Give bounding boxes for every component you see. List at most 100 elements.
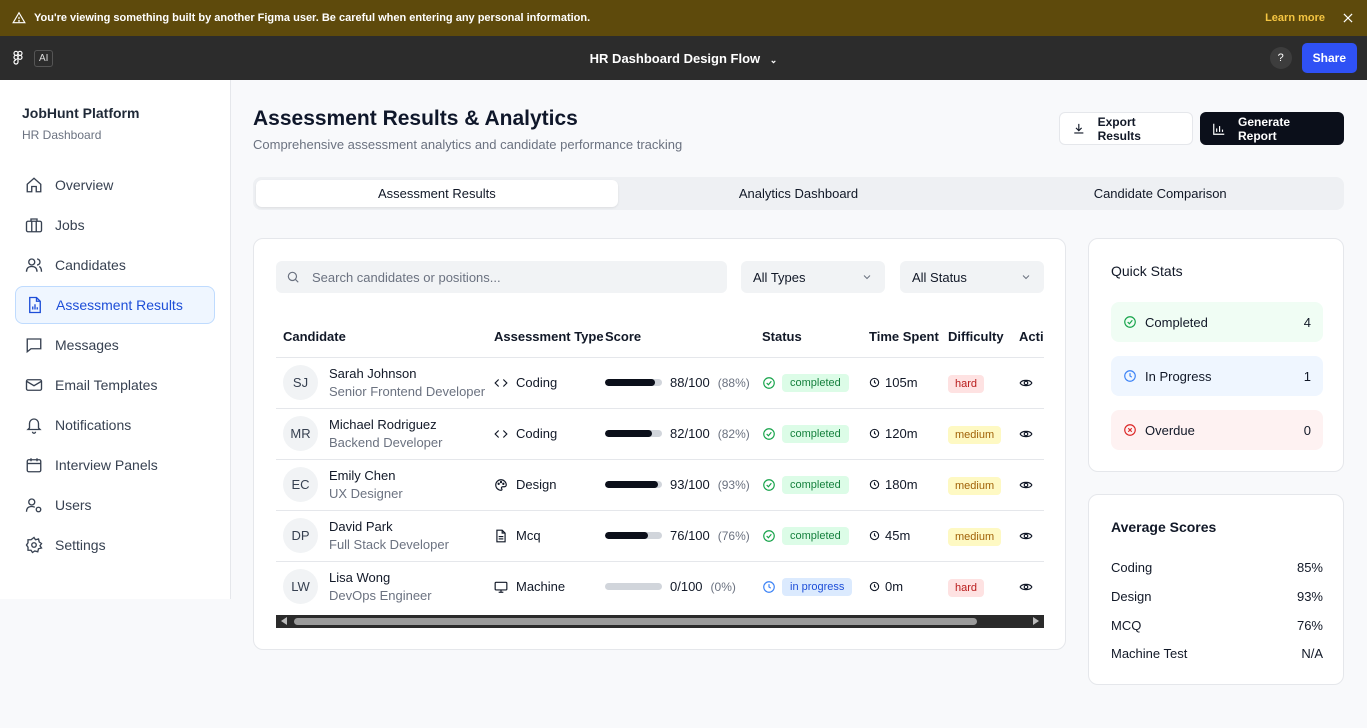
sidebar-item-users[interactable]: Users [15, 486, 215, 524]
gear-icon [25, 536, 43, 554]
horizontal-scrollbar[interactable] [276, 615, 1044, 628]
score-bar [605, 481, 662, 488]
time-spent: 180m [885, 477, 918, 492]
candidate-name: Michael Rodriguez [329, 417, 437, 432]
sidebar-item-assessment-results[interactable]: Assessment Results [15, 286, 215, 324]
file-title-label[interactable]: HR Dashboard Design Flow [590, 51, 760, 66]
difficulty-badge: medium [948, 528, 1002, 546]
sidebar-item-label: Interview Panels [55, 457, 158, 473]
assessment-type: Mcq [516, 528, 541, 543]
help-button[interactable]: ? [1269, 47, 1292, 69]
close-icon[interactable] [1341, 11, 1355, 25]
results-table: Candidate Assessment Type Score Status T… [276, 317, 1044, 612]
assessment-type: Design [516, 477, 557, 492]
sidebar-item-settings[interactable]: Settings [15, 526, 215, 564]
type-filter-select[interactable]: All Types [741, 261, 885, 293]
sidebar-item-label: Candidates [55, 257, 126, 273]
candidate-role: Backend Developer [329, 435, 443, 450]
sidebar-item-label: Jobs [55, 217, 85, 233]
results-table-wrapper: Candidate Assessment Type Score Status T… [276, 317, 1044, 615]
brand: JobHunt Platform HR Dashboard [0, 80, 230, 142]
clock-icon [869, 377, 880, 388]
sidebar-item-notifications[interactable]: Notifications [15, 406, 215, 444]
column-header: Difficulty [941, 317, 1012, 358]
scroll-left-arrow-icon[interactable] [281, 617, 287, 625]
sidebar-item-messages[interactable]: Messages [15, 326, 215, 364]
average-score-value: 76% [1296, 618, 1323, 633]
sidebar-item-email-templates[interactable]: Email Templates [15, 366, 215, 404]
column-header: Candidate [276, 317, 487, 358]
avatar: SJ [283, 365, 318, 400]
search-input[interactable] [312, 269, 692, 285]
score-value: 88/100 [670, 375, 710, 390]
average-score-label: Design [1111, 589, 1152, 604]
figma-logo-icon[interactable] [10, 50, 26, 66]
average-score-row: Machine Test N/A [1111, 646, 1323, 661]
figma-toolbar: AI HR Dashboard Design Flow ⌄ ? Share [0, 36, 1367, 80]
document-icon [496, 529, 506, 542]
candidate-name: David Park [329, 519, 393, 534]
banner-message: You're viewing something built by anothe… [34, 12, 591, 24]
time-spent: 45m [885, 528, 911, 543]
candidate-name: Sarah Johnson [329, 366, 417, 381]
tab-assessment-results[interactable]: Assessment Results [256, 180, 618, 207]
sidebar-item-label: Users [55, 497, 92, 513]
table-row[interactable]: MR Michael Rodriguez Backend Developer Cod… [276, 408, 1044, 460]
clock-icon [869, 428, 880, 439]
table-row[interactable]: DP David Park Full Stack Developer Mcq 76/… [276, 510, 1044, 562]
status-filter-select[interactable]: All Status [900, 261, 1044, 293]
stat-label: Overdue [1145, 422, 1195, 438]
scrollbar-thumb[interactable] [294, 618, 977, 625]
sidebar-item-candidates[interactable]: Candidates [15, 246, 215, 284]
status-badge: completed [782, 526, 849, 545]
sidebar-item-jobs[interactable]: Jobs [15, 206, 215, 244]
share-button[interactable]: Share [1301, 43, 1357, 73]
tab-bar: Assessment Results Analytics Dashboard C… [253, 177, 1344, 210]
eye-icon[interactable] [1019, 529, 1033, 543]
status-badge: completed [782, 475, 849, 494]
score-percent: (76%) [717, 528, 750, 543]
average-score-label: Coding [1111, 560, 1153, 575]
average-score-row: Design 93% [1111, 589, 1323, 604]
sidebar-item-interview-panels[interactable]: Interview Panels [15, 446, 215, 484]
score-percent: (88%) [717, 375, 750, 390]
users-icon [25, 258, 43, 272]
ai-button[interactable]: AI [34, 49, 54, 67]
table-row[interactable]: EC Emily Chen UX Designer Design 93/100 (93… [276, 459, 1044, 511]
column-header: Status [755, 317, 862, 358]
score-value: 93/100 [670, 477, 710, 492]
bar-chart-icon [1213, 123, 1225, 135]
check-circle-icon [763, 427, 775, 440]
status-badge: completed [782, 373, 849, 392]
stat-value: 1 [1303, 368, 1311, 384]
main-content: Assessment Results & Analytics Comprehen… [231, 80, 1367, 728]
file-title: HR Dashboard Design Flow ⌄ [0, 51, 1367, 66]
sidebar-item-overview[interactable]: Overview [15, 166, 215, 204]
avatar: EC [283, 467, 318, 502]
generate-report-button[interactable]: Generate Report [1200, 112, 1344, 145]
avatar: DP [283, 518, 318, 553]
chevron-down-icon [1022, 275, 1030, 280]
check-circle-icon [763, 478, 775, 491]
candidate-role: UX Designer [329, 486, 403, 501]
scroll-right-arrow-icon[interactable] [1033, 617, 1039, 625]
eye-icon[interactable] [1019, 478, 1033, 492]
tab-analytics-dashboard[interactable]: Analytics Dashboard [618, 180, 980, 207]
eye-icon[interactable] [1019, 580, 1033, 594]
tab-candidate-comparison[interactable]: Candidate Comparison [979, 180, 1341, 207]
learn-more-link[interactable]: Learn more [1265, 12, 1325, 24]
score-value: 82/100 [670, 426, 710, 441]
eye-icon[interactable] [1019, 427, 1033, 441]
table-row[interactable]: LW Lisa Wong DevOps Engineer Machine 0/100… [276, 561, 1044, 612]
table-row[interactable]: SJ Sarah Johnson Senior Frontend Developer… [276, 357, 1044, 409]
score-percent: (0%) [710, 579, 736, 594]
search-icon [287, 271, 299, 283]
chevron-down-icon[interactable]: ⌄ [770, 55, 778, 65]
difficulty-badge: hard [948, 579, 985, 598]
export-results-button[interactable]: Export Results [1059, 112, 1193, 145]
score-bar-fill [605, 532, 649, 539]
column-header: Assessment Type [487, 317, 604, 358]
user-cog-icon [25, 498, 42, 513]
column-header: Actions [1012, 317, 1044, 358]
eye-icon[interactable] [1019, 376, 1033, 390]
